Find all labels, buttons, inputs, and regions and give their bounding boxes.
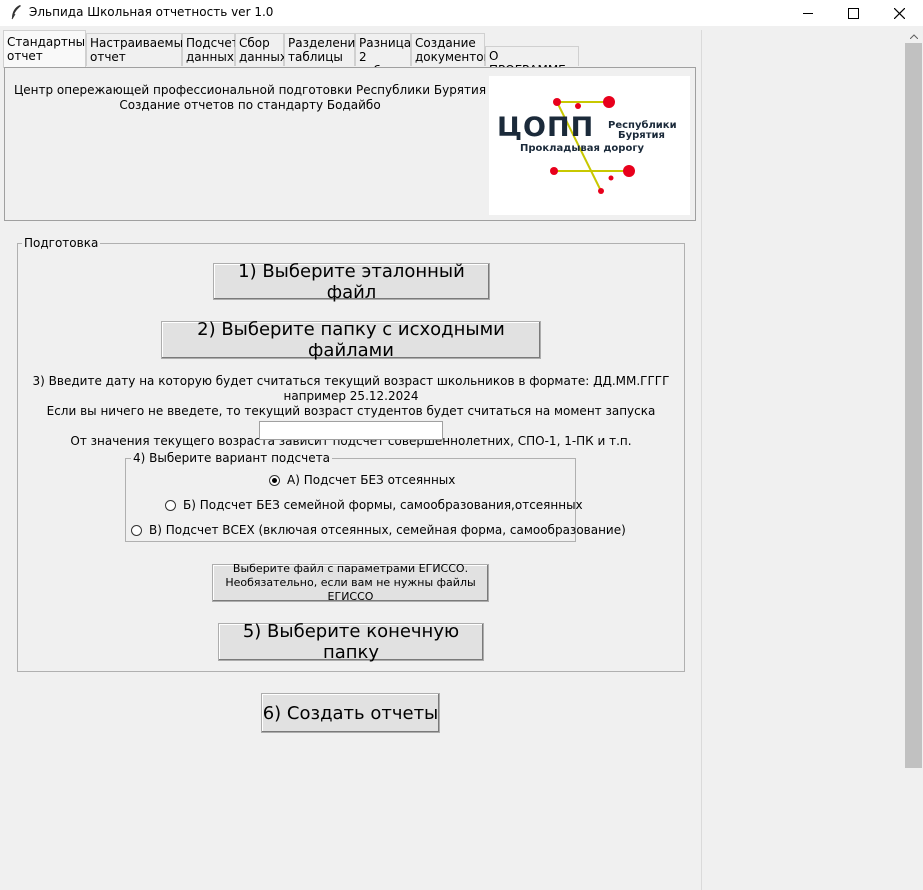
chevron-up-icon [909,34,918,39]
radio-label: А) Подсчет БЕЗ отсеянных [287,473,456,487]
tab-label: Подсчет [186,36,239,50]
maximize-button[interactable] [830,0,876,26]
variant-frame-label: 4) Выберите вариант подсчета [131,451,332,465]
scroll-up-button[interactable] [905,30,922,43]
select-template-file-button[interactable]: 1) Выберите эталонный файл [213,261,490,303]
maximize-icon [847,7,859,19]
prep-frame-label: Подготовка [22,236,101,250]
header-panel: Центр опережающей профессиональной подго… [4,67,696,221]
radio-label: В) Подсчет ВСЕХ (включая отсеянных, семе… [149,523,626,537]
tab-data-collect[interactable]: Сбор данных [235,33,287,66]
close-button[interactable] [876,0,922,26]
minimize-icon [803,13,813,14]
tab-label: документов [415,50,491,64]
tab-diff-tables[interactable]: Разница 2 таблиц [355,33,412,78]
radio-label: Б) Подсчет БЕЗ семейной формы, самообраз… [183,498,583,512]
header-text: Центр опережающей профессиональной подго… [5,83,495,113]
feather-icon [11,5,21,20]
close-icon [893,7,905,19]
tab-about[interactable]: О ПРОГРАММЕ [485,46,579,77]
radio-option-a[interactable]: А) Подсчет БЕЗ отсеянных [269,473,455,487]
tab-custom-report[interactable]: Настраиваемый отчет [86,33,191,66]
minimize-button[interactable] [785,0,831,26]
logo-slogan: Прокладывая дорогу [520,143,645,154]
egisso-line: Необязательно, если вам не нужны файлы Е… [225,576,476,603]
radio-unchecked-icon [131,524,142,536]
title-bar: Эльпида Школьная отчетность ver 1.0 [0,0,923,26]
logo-abbr: ЦОПП [497,112,595,143]
create-reports-button[interactable]: 6) Создать отчеты [261,693,440,733]
tab-label: Настраиваемый [90,36,191,50]
tab-label: отчет [7,49,43,63]
standard-name: Создание отчетов по стандарту Бодайбо [119,98,381,112]
window-title: Эльпида Школьная отчетность ver 1.0 [29,5,274,19]
radio-option-b[interactable]: Б) Подсчет БЕЗ семейной формы, самообраз… [165,498,583,512]
radio-unchecked-icon [165,499,176,511]
logo-region-line2: Бурятия [618,130,665,141]
date-info-line: 3) Введите дату на которую будет считать… [32,374,670,403]
tab-label: данных [186,50,234,64]
tab-standard-report[interactable]: Стандартный отчет [3,30,93,68]
tab-create-docs[interactable]: Создание документов [411,33,491,66]
radio-option-c[interactable]: В) Подсчет ВСЕХ (включая отсеянных, семе… [131,523,626,537]
tab-label: Создание [415,36,476,50]
select-egisso-params-button[interactable]: Выберите файл с параметрами ЕГИССО. Необ… [212,562,489,603]
egisso-line: Выберите файл с параметрами ЕГИССО. [232,562,469,575]
select-source-folder-button[interactable]: 2) Выберите папку с исходными файлами [161,319,541,361]
tab-label: данных [239,50,287,64]
tab-data-count[interactable]: Подсчет данных [182,33,239,66]
radio-checked-icon [269,474,280,486]
org-name: Центр опережающей профессиональной подго… [13,83,487,97]
scrollbar-thumb[interactable] [905,43,922,768]
tab-label: таблицы [288,50,343,64]
tab-label: Сбор [239,36,270,50]
tab-label: Разделение [288,36,363,50]
tab-bar: Стандартный отчет Настраиваемый отчет По… [0,30,923,78]
tab-split-table[interactable]: Разделение таблицы [284,33,363,66]
content-divider [701,30,702,890]
copp-logo: ЦОПП Республики Бурятия Прокладывая доро… [489,76,690,215]
tab-label: Стандартный [7,35,93,49]
select-destination-folder-button[interactable]: 5) Выберите конечную папку [218,621,484,663]
tab-label: Разница [359,36,412,50]
date-input[interactable] [259,421,443,440]
tab-label: отчет [90,50,126,64]
